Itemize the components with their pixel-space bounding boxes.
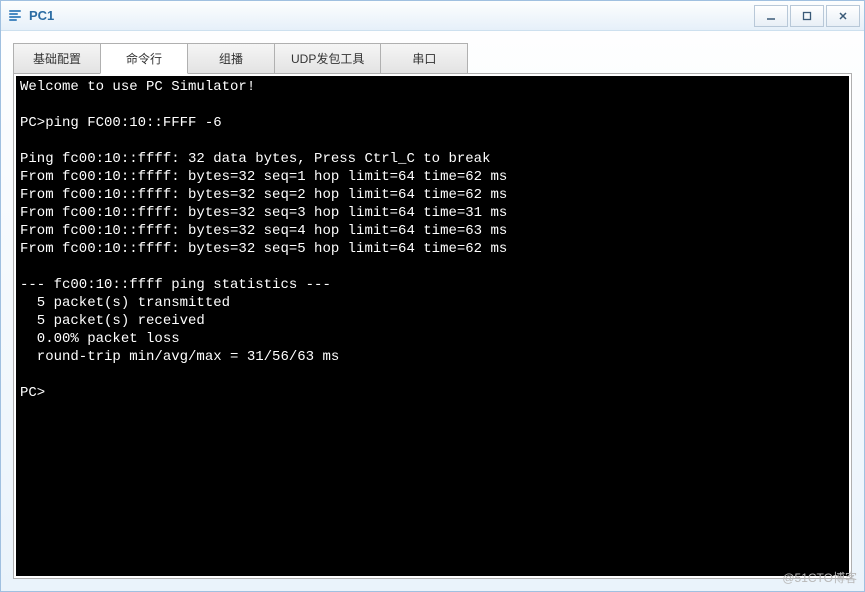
window-title: PC1 (29, 8, 54, 23)
tab-serial[interactable]: 串口 (380, 43, 468, 74)
tab-command-line[interactable]: 命令行 (100, 43, 188, 74)
tab-bar: 基础配置 命令行 组播 UDP发包工具 串口 (13, 43, 852, 74)
window-controls (752, 5, 860, 27)
tab-multicast[interactable]: 组播 (187, 43, 275, 74)
tab-udp-tool[interactable]: UDP发包工具 (274, 43, 381, 74)
terminal-output[interactable]: Welcome to use PC Simulator! PC>ping FC0… (16, 76, 849, 576)
minimize-button[interactable] (754, 5, 788, 27)
content-area: 基础配置 命令行 组播 UDP发包工具 串口 Welcome to use PC… (1, 31, 864, 591)
app-window: PC1 基础配置 命令行 组播 UDP发包工具 串口 Welcome to us… (0, 0, 865, 592)
app-icon (7, 8, 23, 24)
terminal-container: Welcome to use PC Simulator! PC>ping FC0… (13, 73, 852, 579)
maximize-button[interactable] (790, 5, 824, 27)
title-left: PC1 (7, 8, 54, 24)
tab-basic-config[interactable]: 基础配置 (13, 43, 101, 74)
titlebar: PC1 (1, 1, 864, 31)
close-button[interactable] (826, 5, 860, 27)
